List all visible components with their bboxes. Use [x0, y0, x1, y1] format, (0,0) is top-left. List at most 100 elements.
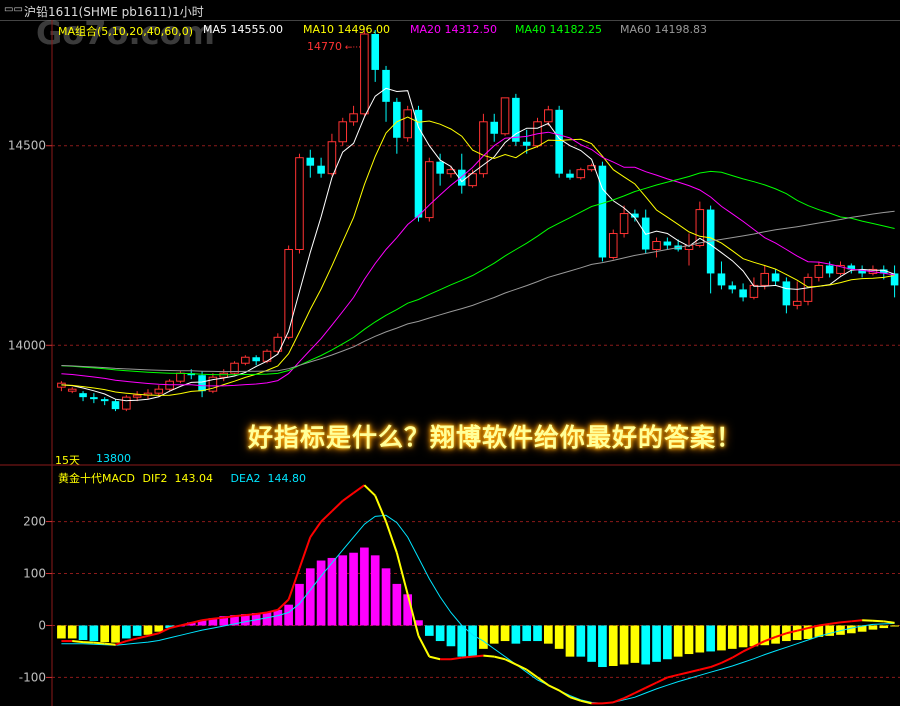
dif-segment [656, 676, 668, 684]
dif-segment [417, 635, 431, 658]
macd-bar [695, 625, 705, 653]
candle [749, 284, 759, 298]
candle [252, 357, 260, 362]
candle [803, 276, 813, 302]
macd-tick-label: 100 [23, 567, 46, 581]
macd-bar [360, 547, 369, 626]
dif-segment [731, 650, 744, 659]
dif-segment [688, 668, 701, 674]
candle [436, 161, 444, 174]
dif-segment [72, 640, 84, 644]
dea-line [61, 514, 895, 704]
macd-bar [749, 625, 759, 647]
macd-bar [576, 625, 586, 657]
dif-segment [83, 641, 94, 644]
dif-segment [342, 492, 355, 502]
candle [782, 281, 791, 306]
candle [425, 161, 434, 219]
macd-bar [305, 568, 315, 626]
macd-bar [273, 609, 283, 626]
candle [890, 273, 899, 286]
macd-bar [424, 625, 434, 636]
macd-bar [338, 555, 348, 626]
dif-segment [429, 655, 441, 661]
dif-segment [309, 520, 322, 538]
macd-bar [608, 625, 618, 666]
candle [814, 264, 824, 278]
macd-bar [457, 625, 467, 657]
candle [317, 165, 325, 174]
dif-segment [93, 641, 105, 645]
macd-bar [392, 583, 402, 626]
dif-segment [677, 671, 690, 676]
dif-segment [136, 634, 149, 640]
dif-segment [450, 656, 462, 661]
ma40-line [61, 170, 895, 376]
macd-bar [100, 625, 110, 643]
dif-segment [558, 689, 571, 699]
candle [327, 141, 337, 175]
candle [522, 141, 531, 146]
macd-bar [619, 625, 629, 665]
candle [295, 157, 304, 250]
macd-bar [446, 625, 456, 647]
macd-bar [67, 625, 77, 639]
candle [652, 241, 661, 250]
macd-bar [370, 555, 380, 626]
candle [598, 165, 607, 258]
dif-segment [385, 521, 398, 554]
candle [360, 33, 369, 115]
dif-segment [320, 510, 333, 523]
dif-segment [840, 620, 852, 624]
macd-bar [738, 625, 748, 648]
macd-bar [295, 583, 304, 626]
candle [198, 375, 206, 392]
dif-segment [645, 681, 657, 689]
candle [717, 273, 726, 286]
macd-bar [111, 625, 120, 643]
dif-segment [547, 684, 560, 692]
candle [792, 300, 802, 306]
macd-bar [489, 625, 499, 644]
dif-segment [472, 654, 484, 658]
dif-segment [883, 620, 895, 624]
candle [349, 113, 358, 123]
candle [284, 248, 293, 338]
dif-segment [872, 619, 884, 623]
candle [512, 97, 520, 142]
price-chart[interactable]: 14000 14500 200 100 0 -100 [0, 0, 900, 706]
macd-bar [630, 625, 640, 663]
candle [79, 393, 87, 398]
dif-segment [721, 656, 733, 664]
macd-bar [641, 625, 651, 665]
candle [154, 388, 164, 394]
macd-bar [673, 625, 683, 657]
dif-segment [331, 500, 344, 512]
dif-segment [234, 614, 246, 618]
candle [100, 399, 109, 402]
macd-bar [717, 625, 726, 651]
candle [306, 157, 315, 166]
dif-segment [602, 701, 614, 705]
dif-segment [104, 642, 116, 646]
macd-bar [284, 604, 293, 626]
candle [739, 289, 747, 298]
dif-segment [374, 495, 387, 522]
candle [67, 388, 77, 392]
macd-bar [435, 625, 445, 642]
candle [176, 372, 185, 382]
candle [382, 69, 390, 102]
candle [403, 109, 412, 139]
macd-bar [500, 625, 510, 642]
macd-bar [587, 625, 596, 662]
macd-bar [381, 568, 391, 626]
candle [760, 272, 770, 286]
price-tick-label: 14000 [8, 338, 46, 352]
macd-bar [684, 625, 694, 655]
macd-bar [554, 625, 564, 649]
macd-bar [879, 625, 889, 629]
macd-bar [598, 625, 607, 668]
candle [479, 121, 488, 175]
candle [576, 169, 586, 179]
candle [771, 273, 780, 282]
